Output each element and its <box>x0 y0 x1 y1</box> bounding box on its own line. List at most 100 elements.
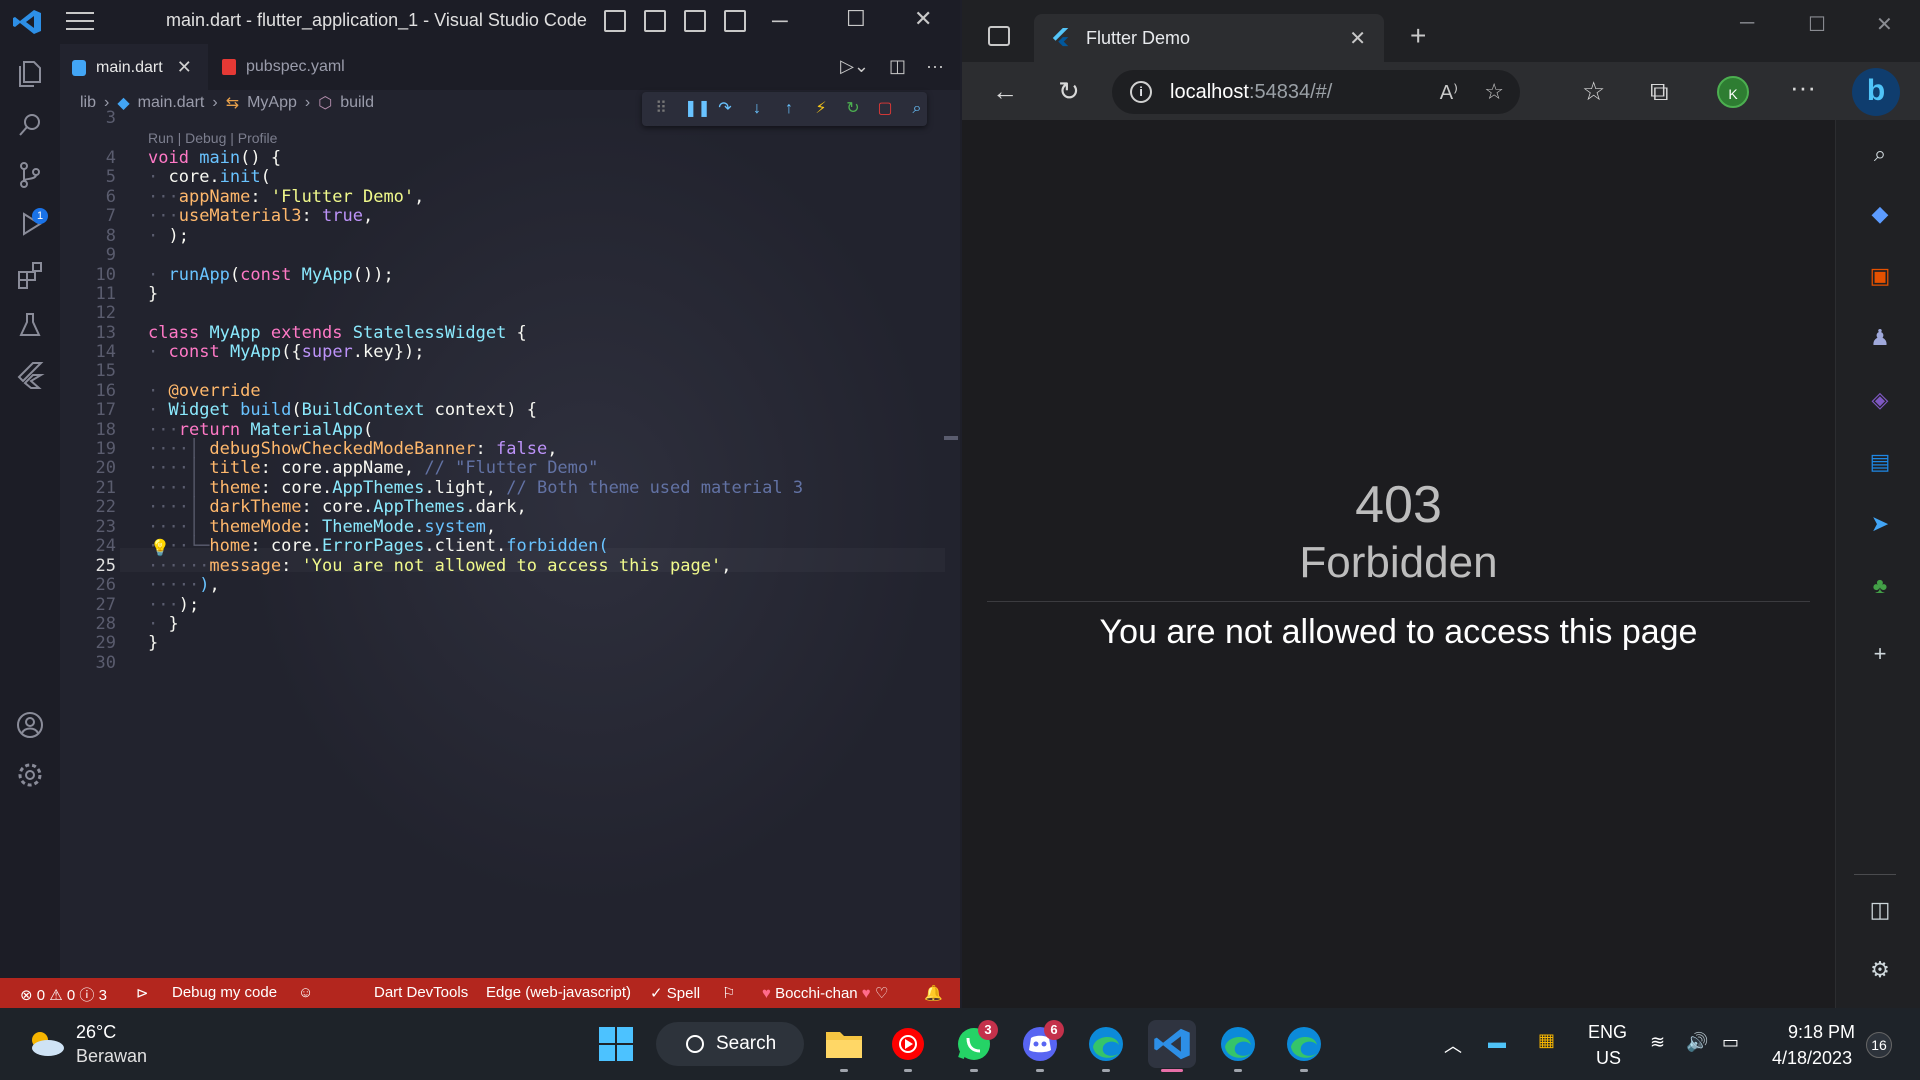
new-tab-icon[interactable]: + <box>1410 20 1426 52</box>
editor-tabs: main.dart ✕ pubspec.yaml ▷⌄ ◫ ··· <box>60 44 960 90</box>
notification-count[interactable]: 16 <box>1866 1032 1892 1058</box>
window-title: main.dart - flutter_application_1 - Visu… <box>166 10 587 30</box>
flutter-outline-icon[interactable] <box>13 360 47 394</box>
run-dropdown-icon[interactable]: ▷⌄ <box>840 56 869 77</box>
weather-description[interactable]: Berawan <box>76 1046 147 1067</box>
language-us[interactable]: US <box>1596 1048 1621 1069</box>
dart-devtools-status[interactable]: Dart DevTools <box>374 984 468 1001</box>
games-icon[interactable]: ♟ <box>1866 324 1894 352</box>
edge-dev-icon[interactable] <box>1280 1020 1328 1068</box>
minimize-icon[interactable]: ─ <box>772 8 788 34</box>
file-explorer-icon[interactable] <box>820 1020 868 1068</box>
scrollbar-indicator[interactable] <box>944 436 958 440</box>
source-control-icon[interactable] <box>13 160 47 194</box>
hide-sidebar-icon[interactable]: ◫ <box>1866 896 1894 924</box>
active-indicator <box>1161 1069 1183 1072</box>
code-line: · ); <box>148 226 189 246</box>
debug-my-code-status[interactable]: Debug my code <box>172 984 277 1001</box>
tray-monitor-icon[interactable]: ▦ <box>1538 1030 1555 1051</box>
profile-avatar[interactable]: K <box>1717 76 1749 108</box>
browser-tab-flutter-demo[interactable]: Flutter Demo ✕ <box>1034 14 1384 62</box>
shopping-tag-icon[interactable]: ◆ <box>1866 200 1894 228</box>
clock-date[interactable]: 4/18/2023 <box>1772 1048 1852 1069</box>
youtube-music-icon[interactable] <box>884 1020 932 1068</box>
edge-window: Flutter Demo ✕ + ─ ☐ ✕ ← ↻ i localhost:5… <box>962 0 1920 1008</box>
url-path: :54834/#/ <box>1248 80 1333 103</box>
volume-icon[interactable]: 🔊 <box>1686 1032 1708 1053</box>
menu-icon[interactable] <box>66 12 94 32</box>
vscode-taskbar-icon[interactable] <box>1148 1020 1196 1068</box>
sidebar-settings-gear-icon[interactable]: ⚙ <box>1866 956 1894 984</box>
settings-more-icon[interactable]: ··· <box>1790 72 1816 103</box>
address-bar[interactable]: i localhost:54834/#/ A⁾ ☆ <box>1112 70 1520 114</box>
maximize-icon[interactable]: ☐ <box>846 6 866 32</box>
toggle-secondary-sidebar-icon[interactable] <box>684 10 706 32</box>
url-host: localhost <box>1170 80 1249 103</box>
tab-pubspec-yaml[interactable]: pubspec.yaml <box>210 44 380 90</box>
add-favorite-icon[interactable]: ☆ <box>1484 79 1504 105</box>
more-actions-icon[interactable]: ··· <box>926 56 944 77</box>
close-icon[interactable]: ✕ <box>914 6 932 32</box>
weather-temperature[interactable]: 26°C <box>76 1022 116 1043</box>
vscode-titlebar: main.dart - flutter_application_1 - Visu… <box>0 0 960 44</box>
search-icon[interactable]: ⌕ <box>1866 140 1894 168</box>
info-count: 3 <box>98 987 107 1004</box>
tree-icon[interactable]: ♣ <box>1866 572 1894 600</box>
notifications-bell-icon[interactable]: 🔔 <box>924 984 943 1002</box>
battery-icon[interactable]: ▭ <box>1722 1032 1739 1053</box>
language-eng[interactable]: ENG <box>1588 1022 1627 1043</box>
collections-icon[interactable]: ⧉ <box>1650 76 1669 108</box>
edge-icon[interactable] <box>1082 1020 1130 1068</box>
code-lens[interactable]: Run | Debug | Profile <box>148 130 277 146</box>
theme-status[interactable]: ♥ Bocchi-chan ♥ ♡ <box>762 984 888 1002</box>
tray-app-icon[interactable]: ▬ <box>1488 1032 1506 1053</box>
bing-icon[interactable]: ◈ <box>1866 386 1894 414</box>
outlook-icon[interactable]: ▤ <box>1866 448 1894 476</box>
tab-main-dart[interactable]: main.dart ✕ <box>60 44 208 90</box>
back-icon[interactable]: ← <box>992 76 1018 107</box>
debug-status-icon[interactable]: ⊳ <box>136 984 149 1002</box>
toggle-primary-sidebar-icon[interactable] <box>604 10 626 32</box>
search-icon[interactable] <box>13 110 47 144</box>
show-hidden-icons-icon[interactable]: ︿ <box>1444 1032 1462 1058</box>
telegram-send-icon[interactable]: ➤ <box>1866 510 1894 538</box>
site-info-icon[interactable]: i <box>1130 81 1152 103</box>
toggle-panel-icon[interactable] <box>644 10 666 32</box>
split-editor-icon[interactable]: ◫ <box>889 56 906 77</box>
tab-label: main.dart <box>96 58 163 76</box>
maximize-icon[interactable]: ☐ <box>1808 12 1826 37</box>
tools-briefcase-icon[interactable]: ▣ <box>1866 262 1894 290</box>
manage-gear-icon[interactable] <box>13 760 47 794</box>
tab-close-icon[interactable]: ✕ <box>177 57 192 78</box>
extensions-icon[interactable] <box>13 260 47 294</box>
bing-copilot-icon[interactable]: b <box>1852 68 1900 116</box>
favorites-icon[interactable]: ☆ <box>1582 76 1605 107</box>
tab-actions-icon[interactable] <box>988 26 1010 46</box>
start-windows-icon[interactable] <box>592 1020 640 1068</box>
close-icon[interactable]: ✕ <box>1876 12 1893 37</box>
minimize-icon[interactable]: ─ <box>1740 12 1754 35</box>
running-indicator <box>1234 1069 1242 1072</box>
errors-count: 0 <box>36 987 46 1004</box>
feedback-smiley-icon[interactable]: ☺ <box>298 984 313 1001</box>
accounts-icon[interactable] <box>13 710 47 744</box>
clock-time[interactable]: 9:18 PM <box>1788 1022 1855 1043</box>
accessibility-icon[interactable]: ⚐ <box>722 984 735 1002</box>
code-editor[interactable]: 3 4 5 6 7 8 9 10 11 12 13 14 15 16 17 18 19 20 21 22 23 24 25 2… <box>60 108 960 978</box>
read-aloud-icon[interactable]: A⁾ <box>1440 80 1458 105</box>
activity-bar: 1 <box>0 44 60 978</box>
device-status[interactable]: Edge (web-javascript) <box>486 984 631 1001</box>
refresh-icon[interactable]: ↻ <box>1058 76 1080 107</box>
edge-beta-icon[interactable] <box>1214 1020 1262 1068</box>
running-indicator <box>970 1069 978 1072</box>
testing-icon[interactable] <box>13 310 47 344</box>
tab-close-icon[interactable]: ✕ <box>1349 26 1366 51</box>
taskbar-search[interactable]: Search <box>656 1022 804 1066</box>
explorer-icon[interactable] <box>13 58 47 92</box>
lightbulb-icon[interactable]: 💡 <box>150 538 170 557</box>
spell-status[interactable]: ✓ Spell <box>650 984 700 1002</box>
customize-layout-icon[interactable] <box>724 10 746 32</box>
problems-status[interactable]: ⊗ 0 ⚠ 0 ⓘ 3 <box>20 984 107 1005</box>
wifi-icon[interactable]: ≋ <box>1650 1032 1665 1053</box>
add-sidebar-app-icon[interactable]: + <box>1866 640 1894 668</box>
